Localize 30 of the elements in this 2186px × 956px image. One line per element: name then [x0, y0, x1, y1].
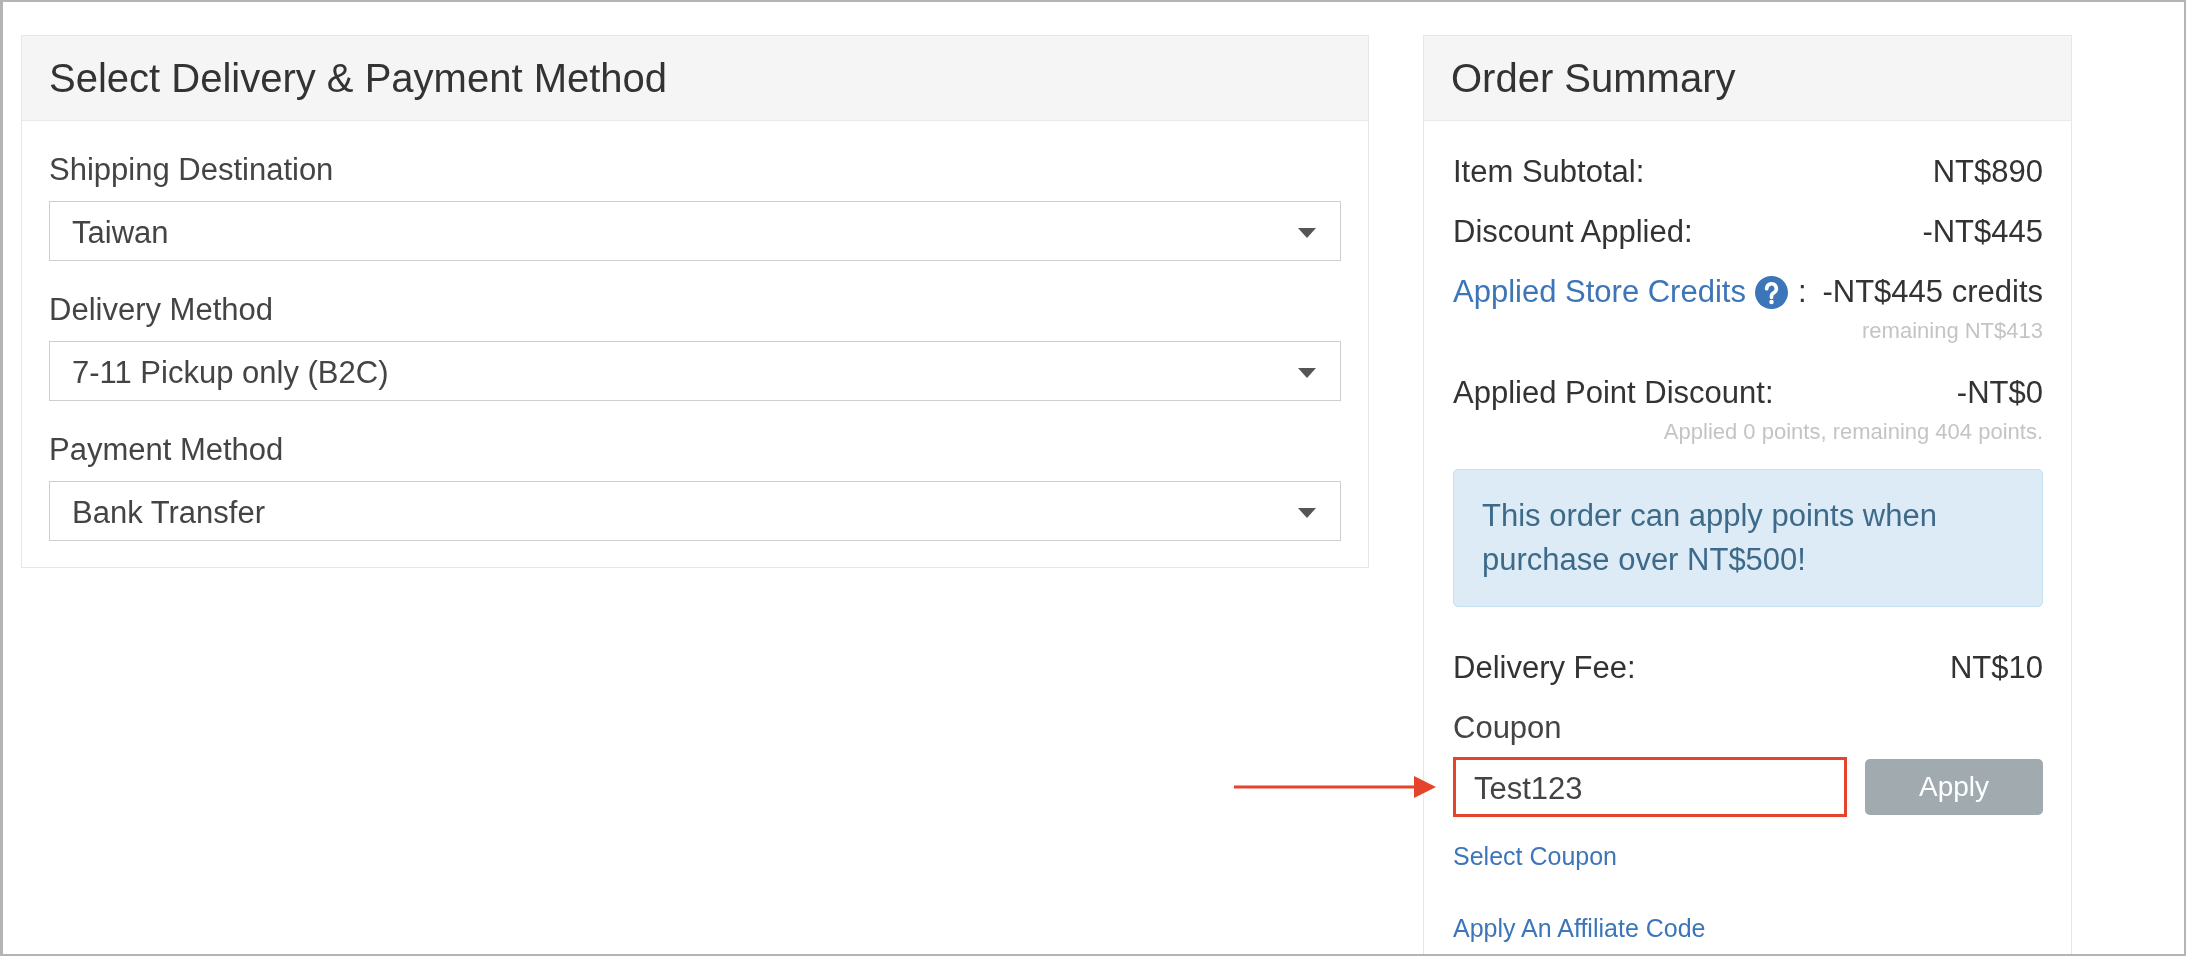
field-label: Shipping Destination	[49, 151, 334, 189]
note-text: Applied 0 points, remaining 404 points.	[1663, 418, 2043, 446]
text-link[interactable]: Select Coupon	[1453, 835, 1617, 877]
summary-label: Item Subtotal:	[1453, 154, 1645, 190]
select-field[interactable]: Taiwan	[49, 201, 1341, 261]
caret-icon	[1298, 368, 1316, 378]
info-notice: This order can apply points when purchase over NT$500!	[1453, 469, 2043, 607]
summary-amount: -NT$0	[1956, 375, 2043, 411]
panel-title: Order Summary	[1451, 55, 1736, 102]
coupon-input[interactable]: Test123	[1453, 757, 1847, 817]
panel-title: Select Delivery & Payment Method	[49, 55, 668, 102]
select-field[interactable]: Bank Transfer	[49, 481, 1341, 541]
help-icon[interactable]	[1754, 275, 1788, 309]
separator-text: :	[1797, 274, 1807, 310]
field-label: Payment Method	[49, 431, 284, 469]
summary-amount: NT$10	[1949, 650, 2043, 686]
summary-amount: -NT$445 credits	[1822, 274, 2043, 310]
summary-label: Applied Point Discount:	[1453, 375, 1774, 411]
summary-label: Delivery Fee:	[1453, 650, 1636, 686]
select-field[interactable]: 7-11 Pickup only (B2C)	[49, 341, 1341, 401]
caret-icon	[1298, 228, 1316, 238]
note-text: remaining NT$413	[1862, 317, 2043, 345]
summary-amount: -NT$445	[1922, 214, 2043, 250]
summary-amount: NT$890	[1932, 154, 2043, 190]
caret-icon	[1298, 508, 1316, 518]
summary-label: Discount Applied:	[1453, 214, 1693, 250]
field-label: Coupon	[1453, 709, 1562, 747]
store-credits-link[interactable]: Applied Store Credits	[1453, 274, 1746, 310]
text-link[interactable]: Apply An Affiliate Code	[1453, 907, 1706, 949]
field-label: Delivery Method	[49, 291, 273, 329]
